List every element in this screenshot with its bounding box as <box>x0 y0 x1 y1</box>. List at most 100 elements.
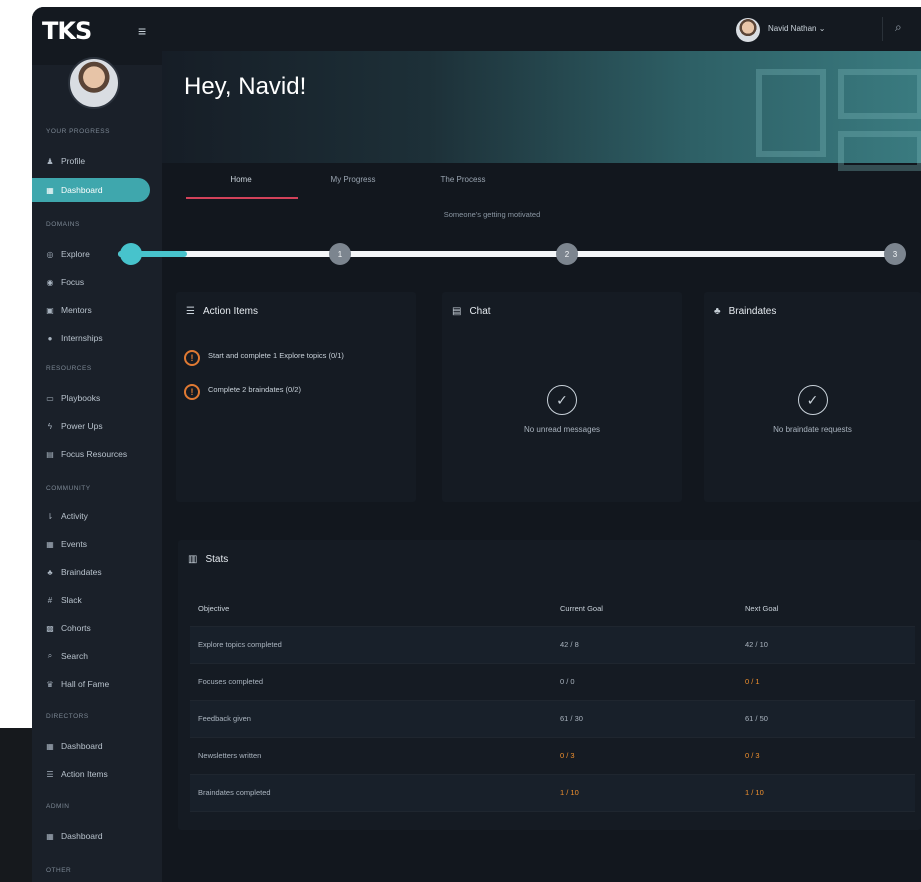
current-goal-cell: 61 / 30 <box>552 700 737 738</box>
objective-cell: Focuses completed <box>190 663 552 701</box>
sidebar-section-title: COMMUNITY <box>46 485 91 492</box>
sidebar-item-activity[interactable]: ⇂ Activity <box>46 507 156 525</box>
sidebar-item-power-ups[interactable]: ϟ Power Ups <box>46 417 156 435</box>
tab-my-progress[interactable]: My Progress <box>298 175 408 184</box>
objective-cell: Explore topics completed <box>190 626 552 664</box>
next-goal-cell: 0 / 3 <box>737 737 915 775</box>
user-name: Navid Nathan <box>768 24 817 33</box>
search-icon[interactable]: ⌕ <box>895 20 902 35</box>
mentor-icon: ▣ <box>46 305 54 315</box>
action-item[interactable]: ! Complete 2 braindates (0/2) <box>184 384 394 400</box>
progress-step-2: 2 <box>556 243 578 265</box>
sidebar-section-title: OTHER <box>46 867 72 874</box>
card-title: ♣ Braindates <box>714 306 777 317</box>
objective-cell: Feedback given <box>190 700 552 738</box>
sidebar-avatar[interactable] <box>68 57 120 109</box>
next-goal-cell: 1 / 10 <box>737 774 915 812</box>
sidebar-item-playbooks[interactable]: ▭ Playbooks <box>46 389 156 407</box>
decorative-frame <box>838 69 921 119</box>
sidebar-item-profile[interactable]: ♟ Profile <box>46 152 156 170</box>
table-row: Braindates completed 1 / 10 1 / 10 <box>190 774 915 812</box>
column-header: Current Goal <box>552 592 737 627</box>
braindates-card: ♣ Braindates ✓ No braindate requests <box>704 292 921 502</box>
table-header-row: Objective Current Goal Next Goal <box>190 592 915 627</box>
warning-icon: ! <box>184 384 200 400</box>
sidebar-item-admin-dashboard[interactable]: ▦ Dashboard <box>46 827 156 845</box>
column-header: Next Goal <box>737 592 915 627</box>
sidebar-item-directors-dashboard[interactable]: ▦ Dashboard <box>46 737 156 755</box>
top-bar: Navid Nathan ⌄ ⌕ <box>162 7 921 51</box>
sidebar-item-slack[interactable]: # Slack <box>46 591 156 609</box>
objective-cell: Braindates completed <box>190 774 552 812</box>
progress-step-current <box>120 243 142 265</box>
page-greeting: Hey, Navid! <box>184 73 307 100</box>
table-row: Feedback given 61 / 30 61 / 50 <box>190 700 915 738</box>
sidebar-item-focus-resources[interactable]: ▤ Focus Resources <box>46 445 156 463</box>
progress-step-3: 3 <box>884 243 906 265</box>
check-circle-icon: ✓ <box>547 385 577 415</box>
table-row: Newsletters written 0 / 30 / 3 <box>190 737 915 775</box>
sidebar-section-title: YOUR PROGRESS <box>46 128 110 135</box>
hamburger-menu-icon[interactable]: ≡ <box>138 24 152 38</box>
person-icon: ♟ <box>46 156 54 166</box>
sidebar-section-title: RESOURCES <box>46 365 92 372</box>
progress-step-1: 1 <box>329 243 351 265</box>
progress-label: Someone's getting motivated <box>443 210 541 219</box>
divider <box>882 17 883 41</box>
sidebar-item-focus[interactable]: ◉ Focus <box>46 273 156 291</box>
card-title: ▤ Chat <box>452 306 491 317</box>
objective-cell: Newsletters written <box>190 737 552 775</box>
sidebar: TKS ≡ YOUR PROGRESS ♟ Profile ▦ Dashboard … <box>32 7 162 882</box>
sidebar-section-title: DIRECTORS <box>46 713 89 720</box>
card-title: ▥ Stats <box>188 554 229 565</box>
current-goal-cell: 42 / 8 <box>552 626 737 664</box>
target-icon: ◉ <box>46 277 54 287</box>
chevron-down-icon: ⌄ <box>818 24 826 33</box>
sidebar-section-title: DOMAINS <box>46 221 80 228</box>
people-icon: ♣ <box>714 306 721 317</box>
list-icon: ☰ <box>186 306 195 317</box>
decorative-frame <box>756 69 826 157</box>
checklist-icon: ☰ <box>46 769 54 779</box>
sidebar-item-action-items[interactable]: ☰ Action Items <box>46 765 156 783</box>
user-menu[interactable]: Navid Nathan ⌄ <box>768 24 825 33</box>
sidebar-section-title: ADMIN <box>46 803 70 810</box>
tks-logo[interactable]: TKS <box>42 17 92 45</box>
chat-icon: ▤ <box>452 306 462 317</box>
group-icon: ▩ <box>46 623 54 633</box>
next-goal-cell: 0 / 1 <box>737 663 915 701</box>
sidebar-item-search[interactable]: ⌕ Search <box>46 647 156 665</box>
current-goal-cell: 0 / 3 <box>552 737 737 775</box>
chat-card: ▤ Chat ✓ No unread messages <box>442 292 682 502</box>
sidebar-item-braindates[interactable]: ♣ Braindates <box>46 563 156 581</box>
decorative-frame <box>838 131 921 171</box>
sidebar-item-events[interactable]: ▦ Events <box>46 535 156 553</box>
chat-empty-state: ✓ No unread messages <box>442 385 682 434</box>
book-icon: ▭ <box>46 393 54 403</box>
table-row: Explore topics completed 42 / 8 42 / 10 <box>190 626 915 664</box>
bar-chart-icon: ▥ <box>188 554 198 565</box>
tab-the-process[interactable]: The Process <box>408 175 518 184</box>
sidebar-item-hall-of-fame[interactable]: ♛ Hall of Fame <box>46 675 156 693</box>
sidebar-item-mentors[interactable]: ▣ Mentors <box>46 301 156 319</box>
current-goal-cell: 0 / 0 <box>552 663 737 701</box>
hero-banner: Hey, Navid! <box>162 51 921 171</box>
sidebar-item-cohorts[interactable]: ▩ Cohorts <box>46 619 156 637</box>
dashboard-icon: ▦ <box>46 741 54 751</box>
dashboard-icon: ▦ <box>46 831 54 841</box>
action-items-card: ☰ Action Items ! Start and complete 1 Exp… <box>176 292 416 502</box>
stats-table: Objective Current Goal Next Goal Explore… <box>190 592 915 812</box>
warning-icon: ! <box>184 350 200 366</box>
progress-track <box>118 251 888 257</box>
user-avatar[interactable] <box>736 18 760 42</box>
action-item[interactable]: ! Start and complete 1 Explore topics (0… <box>184 350 394 366</box>
search-icon: ⌕ <box>47 651 53 660</box>
slack-icon: # <box>47 595 53 605</box>
sidebar-item-internships[interactable]: ● Internships <box>46 329 156 347</box>
active-tab-indicator <box>186 197 298 199</box>
next-goal-cell: 61 / 50 <box>737 700 915 738</box>
tab-home[interactable]: Home <box>186 175 296 184</box>
sidebar-item-dashboard[interactable]: ▦ Dashboard <box>32 178 150 202</box>
current-goal-cell: 1 / 10 <box>552 774 737 812</box>
dashboard-tabs: Home My Progress The Process <box>162 175 921 203</box>
